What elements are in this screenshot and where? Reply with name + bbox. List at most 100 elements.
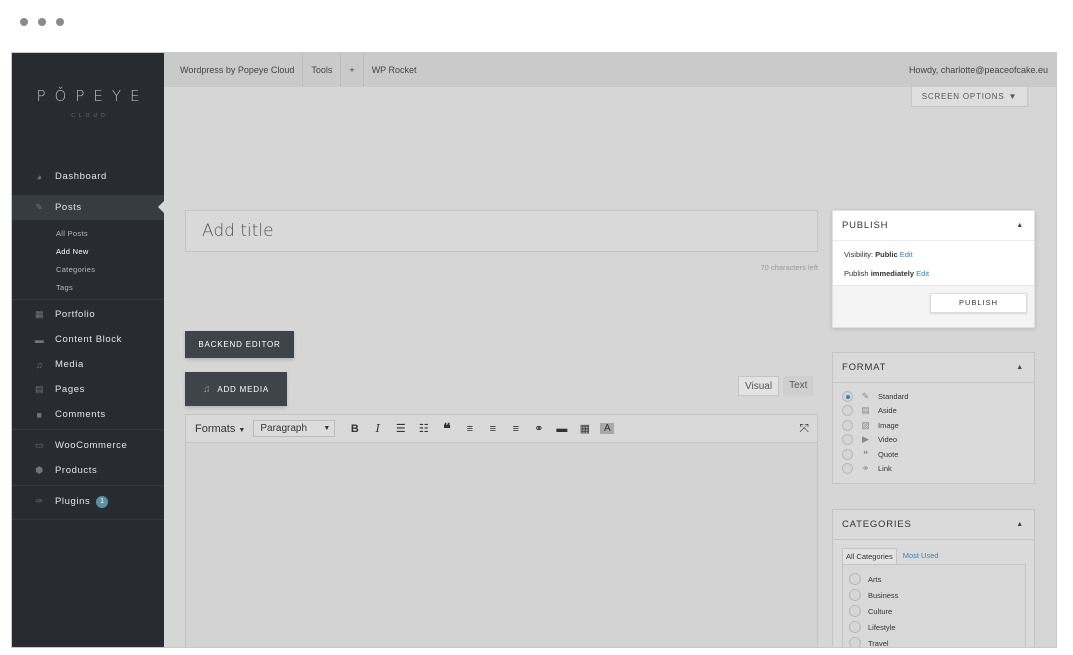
italic-icon[interactable]: I <box>366 422 389 435</box>
edit-visibility-link[interactable]: Edit <box>900 250 913 259</box>
comment-icon: ■ <box>36 409 43 420</box>
bold-icon[interactable]: B <box>343 423 366 435</box>
sidebar-item-products[interactable]: ⬢ Products <box>12 458 164 483</box>
format-option-aside[interactable]: ▤ Aside <box>833 404 1034 419</box>
sidebar-item-posts[interactable]: ✎ Posts <box>12 195 164 220</box>
bullet-list-icon[interactable]: ☰ <box>389 422 412 435</box>
align-right-icon[interactable]: ≡ <box>504 423 527 435</box>
sidebar-item-label: Comments <box>55 409 106 420</box>
logo[interactable]: PǑPEYE CLOUD <box>12 87 164 119</box>
window-dot[interactable] <box>56 18 64 26</box>
post-title-input[interactable]: Add title <box>185 210 818 252</box>
visibility-label: Visibility: <box>844 250 874 259</box>
topbar-wp-rocket-link[interactable]: WP Rocket <box>364 53 425 87</box>
radio-button[interactable] <box>842 405 853 417</box>
caret-down-icon: ▼ <box>1008 92 1018 101</box>
submenu-all-posts[interactable]: All Posts <box>56 225 95 243</box>
content-editor[interactable]: Formats ▼ Paragraph ▼ B I ☰ ☷ ❝ ≡ ≡ ≡ ⚭ … <box>185 414 818 647</box>
tab-visual[interactable]: Visual <box>738 376 780 396</box>
format-box-header[interactable]: FORMAT ▲ <box>833 353 1034 383</box>
checkbox[interactable] <box>849 589 861 601</box>
align-left-icon[interactable]: ≡ <box>458 423 481 435</box>
category-item[interactable]: Travel <box>843 635 1025 647</box>
checkbox[interactable] <box>849 621 861 633</box>
caret-down-icon: ▼ <box>323 425 331 432</box>
collapse-icon[interactable]: ▲ <box>1016 364 1024 371</box>
category-item[interactable]: Culture <box>843 603 1025 619</box>
collapse-icon[interactable]: ▲ <box>1016 521 1024 528</box>
align-center-icon[interactable]: ≡ <box>481 423 504 435</box>
category-item[interactable]: Lifestyle <box>843 619 1025 635</box>
link-icon[interactable]: ⚭ <box>527 422 550 435</box>
screen-options-button[interactable]: SCREEN OPTIONS ▼ <box>911 87 1028 107</box>
sidebar-item-woocommerce[interactable]: ▭ WooCommerce <box>12 433 164 458</box>
woo-icon: ▭ <box>34 440 45 450</box>
checkbox[interactable] <box>849 637 861 647</box>
radio-button[interactable] <box>842 434 853 446</box>
character-count: 70 characters left <box>760 263 818 272</box>
screen-options-label: SCREEN OPTIONS <box>921 92 1005 101</box>
format-option-quote[interactable]: ❝ Quote <box>833 447 1034 462</box>
sidebar-item-comments[interactable]: ■ Comments <box>12 402 164 427</box>
sidebar-item-pages[interactable]: ▤ Pages <box>12 377 164 402</box>
box-icon: ⬢ <box>35 465 44 475</box>
topbar-tools-link[interactable]: Tools <box>303 53 342 87</box>
collapse-icon[interactable]: ▲ <box>1016 222 1024 229</box>
sidebar-item-portfolio[interactable]: ▦ Portfolio <box>12 302 164 327</box>
publish-button[interactable]: PUBLISH <box>930 293 1027 313</box>
format-option-standard[interactable]: ✎ Standard <box>833 389 1034 404</box>
read-more-icon[interactable]: ▬ <box>550 423 573 435</box>
format-heading: FORMAT <box>842 362 887 373</box>
radio-button[interactable] <box>842 419 853 431</box>
format-option-image[interactable]: ▨ Image <box>833 418 1034 433</box>
publish-box-header[interactable]: PUBLISH ▲ <box>833 211 1034 241</box>
radio-button[interactable] <box>842 448 853 460</box>
grid-icon: ▦ <box>34 309 45 319</box>
edit-publish-time-link[interactable]: Edit <box>916 269 929 278</box>
block-icon: ▬ <box>34 334 45 345</box>
format-label: Quote <box>878 449 899 459</box>
topbar-new-button[interactable]: + <box>341 53 364 87</box>
radio-button[interactable] <box>842 463 853 475</box>
window-dot[interactable] <box>20 18 28 26</box>
add-media-button[interactable]: ♫ ADD MEDIA <box>185 372 287 406</box>
radio-button[interactable] <box>842 390 853 402</box>
window-dot[interactable] <box>38 18 46 26</box>
categories-box-header[interactable]: CATEGORIES ▲ <box>833 510 1034 540</box>
checkbox[interactable] <box>849 573 861 585</box>
format-option-video[interactable]: ▶ Video <box>833 433 1034 448</box>
sidebar-item-content-block[interactable]: ▬ Content Block <box>12 327 164 352</box>
format-option-link[interactable]: ⚭ Link <box>833 462 1034 477</box>
submenu-add-new[interactable]: Add New <box>56 243 95 261</box>
category-label: Business <box>868 590 899 600</box>
submenu-tags[interactable]: Tags <box>56 279 95 297</box>
topbar-account-link[interactable]: Howdy, charlotte@peaceofcake.eu <box>909 65 1056 75</box>
sidebar-item-plugins[interactable]: ✑ Plugins 1 <box>12 489 164 514</box>
topbar-site-link[interactable]: Wordpress by Popeye Cloud <box>164 53 304 87</box>
quote-icon: ❝ <box>863 448 868 459</box>
sidebar-item-media[interactable]: ♫ Media <box>12 352 164 377</box>
sidebar-item-dashboard[interactable]: ◕ Dashboard <box>12 164 164 189</box>
fullscreen-icon[interactable]: ⤧ <box>799 421 809 436</box>
sidebar-item-label: Content Block <box>55 334 122 345</box>
keyboard-icon[interactable]: ▦ <box>573 422 596 435</box>
sidebar-item-label: Products <box>55 465 98 476</box>
category-item[interactable]: Arts <box>843 571 1025 587</box>
checkbox[interactable] <box>849 605 861 617</box>
category-item[interactable]: Business <box>843 587 1025 603</box>
tab-most-used[interactable]: Most Used <box>900 548 942 564</box>
tab-text[interactable]: Text <box>783 376 814 396</box>
tab-all-categories[interactable]: All Categories <box>842 548 897 564</box>
backend-editor-button[interactable]: BACKEND EDITOR <box>185 331 294 358</box>
formats-dropdown[interactable]: Formats ▼ <box>195 423 245 435</box>
numbered-list-icon[interactable]: ☷ <box>412 422 435 435</box>
sidebar: PǑPEYE CLOUD ◕ Dashboard ✎ Posts All Pos… <box>12 53 164 647</box>
quote-icon[interactable]: ❝ <box>435 420 458 437</box>
submenu-categories[interactable]: Categories <box>56 261 95 279</box>
divider <box>12 485 164 486</box>
publish-actions: PUBLISH <box>833 285 1034 327</box>
visibility-row: Visibility: Public Edit <box>833 245 1034 264</box>
caret-down-icon: ▼ <box>238 426 246 434</box>
paragraph-select[interactable]: Paragraph ▼ <box>253 420 336 437</box>
text-color-icon[interactable]: A <box>600 423 615 434</box>
